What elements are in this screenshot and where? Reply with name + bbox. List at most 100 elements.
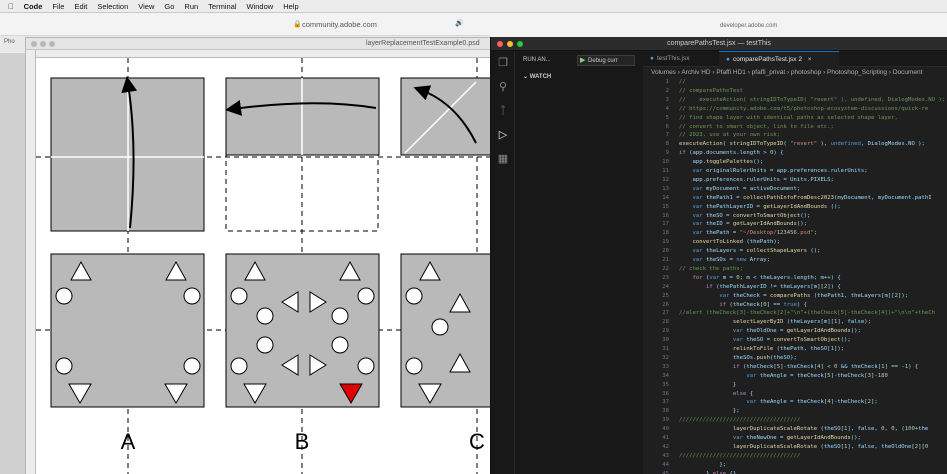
line-number[interactable]: 28 [643,319,669,325]
code-line[interactable]: theSOs.push(theSO); [679,355,797,361]
vscode-title-bar[interactable]: comparePathsTest.jsx — testThis [491,37,947,51]
extensions-icon[interactable]: ▦ [497,153,509,165]
code-line[interactable]: app.togglePalettes(); [679,159,763,165]
code-line[interactable]: var thePath1 = collectPathInfoFromDesc20… [679,195,931,201]
line-number[interactable]: 16 [643,213,669,219]
ruler-horizontal[interactable] [36,50,491,58]
line-number[interactable]: 13 [643,186,669,192]
close-icon[interactable]: × [808,56,812,63]
code-line[interactable]: }; [679,408,740,414]
breadcrumb[interactable]: Volumes › Archiv HD › Pfaffi HD1 › pfaff… [651,69,947,79]
line-number[interactable]: 20 [643,248,669,254]
line-number[interactable]: 15 [643,204,669,210]
line-number[interactable]: 32 [643,355,669,361]
code-line[interactable]: selectLayerByID (theLayers[m][1], false)… [679,319,871,325]
play-icon[interactable]: ▶ [580,56,585,66]
menu-view[interactable]: View [138,2,154,11]
code-line[interactable]: } else {} [679,471,736,474]
menu-run[interactable]: Run [184,2,198,11]
code-line[interactable]: var thePathLayerID = getLayerIdAndBounds… [679,204,840,210]
code-line[interactable]: // convert to smart object, link to file… [679,124,834,130]
code-line[interactable]: if (theCheck[0] == true) { [679,302,807,308]
line-number[interactable]: 1 [643,79,669,85]
source-control-icon[interactable]: ᛏ [497,105,509,117]
code-editor[interactable]: 1 // 2 // comparePathsTest 3 // executeAction… [643,79,947,474]
line-number[interactable]: 4 [643,106,669,112]
line-number[interactable]: 27 [643,310,669,316]
browser-right-tab[interactable]: developer.adobe.com [720,23,777,29]
line-number[interactable]: 41 [643,435,669,441]
shape-b-top[interactable] [225,77,380,156]
shape-a-top[interactable] [50,76,205,232]
code-line[interactable]: var theCheck = comparePaths (thePath1, t… [679,293,908,299]
apple-icon[interactable]:  [8,2,14,11]
code-line[interactable]: var theAngle = theCheck[5]-theCheck[3]-1… [679,373,888,379]
code-line[interactable]: else { [679,391,753,397]
line-number[interactable]: 45 [643,471,669,474]
menu-go[interactable]: Go [164,2,174,11]
line-number[interactable]: 34 [643,373,669,379]
line-number[interactable]: 33 [643,364,669,370]
line-number[interactable]: 19 [643,239,669,245]
code-line[interactable]: var myDocument = activeDocument; [679,186,800,192]
code-line[interactable]: var theSO = convertToSmartObject(); [679,213,810,219]
line-number[interactable]: 29 [643,328,669,334]
code-line[interactable]: var thePath = "~/Desktop/123456.psd"; [679,230,817,236]
tab-comparepathstest[interactable]: ● comparePathsTest.jsx 2 × [719,51,839,67]
line-number[interactable]: 23 [643,275,669,281]
line-number[interactable]: 8 [643,141,669,147]
code-line[interactable]: var theSOs = new Array; [679,257,769,263]
code-line[interactable]: }; [679,462,726,468]
shape-a-bottom[interactable] [50,253,205,408]
code-line[interactable]: var theLayers = collectShapeLayers (); [679,248,820,254]
code-line[interactable]: // executeAction( stringIDToTypeID( "rev… [679,97,945,103]
line-number[interactable]: 36 [643,391,669,397]
code-line[interactable]: var theID = getLayerIdAndBounds(); [679,221,807,227]
menu-selection[interactable]: Selection [97,2,128,11]
code-line[interactable]: if (app.documents.length > 0) { [679,150,783,156]
code-line[interactable]: // 2023, use at your own risk; [679,132,780,138]
code-line[interactable]: layerDuplicateScaleRotate (theSO[1], fal… [679,426,928,432]
browser-url[interactable]: community.adobe.com [302,20,377,29]
line-number[interactable]: 18 [643,230,669,236]
line-number[interactable]: 25 [643,293,669,299]
line-number[interactable]: 26 [643,302,669,308]
menu-help[interactable]: Help [283,2,298,11]
menu-file[interactable]: File [52,2,64,11]
line-number[interactable]: 22 [643,266,669,272]
shape-b-bottom[interactable] [225,253,380,408]
code-line[interactable]: // comparePathsTest [679,88,743,94]
code-line[interactable]: executeAction( stringIDToTypeID( "revert… [679,141,925,147]
line-number[interactable]: 31 [643,346,669,352]
code-line[interactable]: convertToLinked (thePath); [679,239,780,245]
window-minimize-button[interactable] [40,41,46,47]
code-line[interactable]: if (thePathLayerID != theLayers[m][2]) { [679,284,841,290]
code-line[interactable]: // check the paths; [679,266,743,272]
window-close-button[interactable] [497,41,503,47]
line-number[interactable]: 11 [643,168,669,174]
line-number[interactable]: 3 [643,97,669,103]
line-number[interactable]: 10 [643,159,669,165]
line-number[interactable]: 37 [643,399,669,405]
line-number[interactable]: 42 [643,444,669,450]
menu-window[interactable]: Window [247,2,274,11]
menu-edit[interactable]: Edit [74,2,87,11]
code-line[interactable]: // https://community.adobe.com/t5/photos… [679,106,928,112]
line-number[interactable]: 30 [643,337,669,343]
menu-app-name[interactable]: Code [24,2,43,11]
code-line[interactable]: // [679,79,686,85]
code-line[interactable]: var originalRulerUnits = app.preferences… [679,168,867,174]
watch-section-header[interactable]: ⌄ WATCH [523,73,551,80]
shape-c-bottom[interactable] [400,253,492,408]
code-line[interactable]: //////////////////////////////////// [679,417,800,423]
explorer-icon[interactable]: ❐ [497,57,509,69]
code-line[interactable]: layerDuplicateScaleRotate (theSO[1], fal… [679,444,928,450]
shape-c-top[interactable] [400,77,492,156]
code-line[interactable]: for (var m = 0; m < theLayers.length; m+… [679,275,840,281]
code-line[interactable]: // find shape layer with identical paths… [679,115,898,121]
code-line[interactable]: } [679,382,736,388]
line-number[interactable]: 38 [643,408,669,414]
menu-terminal[interactable]: Terminal [208,2,236,11]
code-line[interactable]: app.preferences.rulerUnits = Units.PIXEL… [679,177,833,183]
speaker-icon[interactable]: 🔊 [455,19,464,27]
